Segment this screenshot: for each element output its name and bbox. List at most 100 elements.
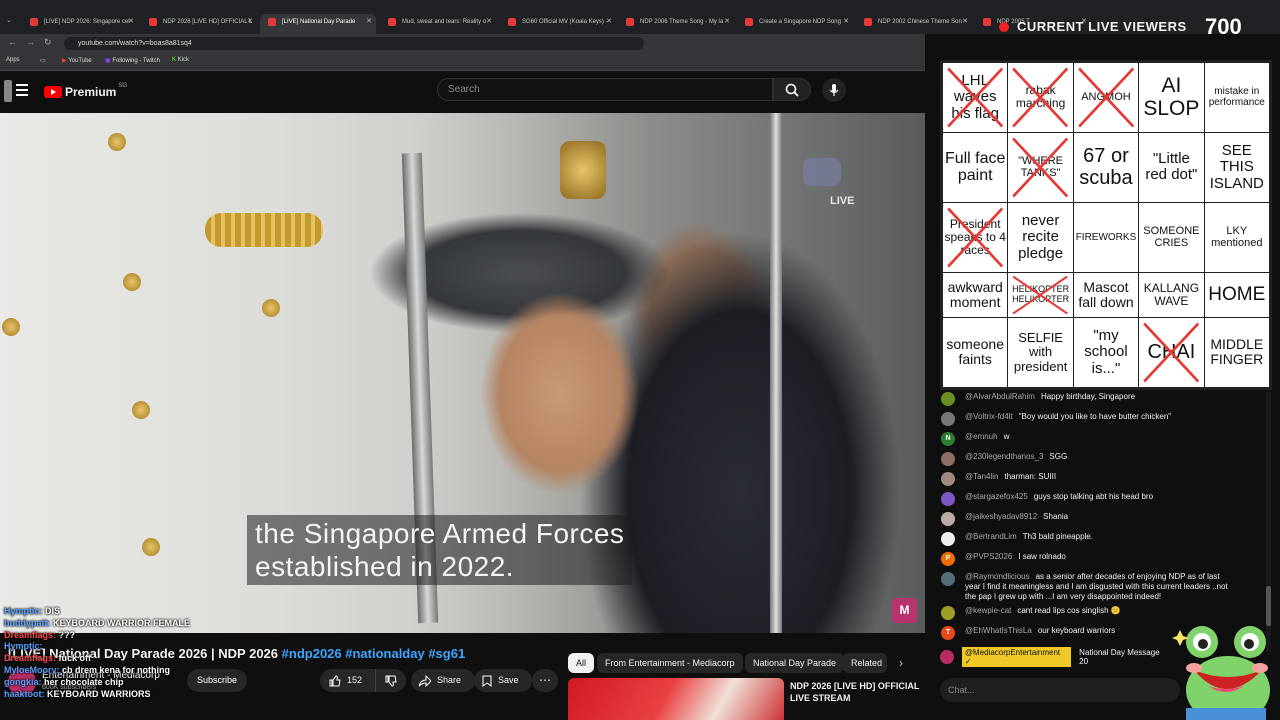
thumbs-up-icon [329,674,341,686]
chat-avatar[interactable] [941,606,955,620]
chat-username[interactable]: @AlvarAbdulRahim [965,392,1035,401]
chat-message[interactable]: @Voltrix-fd4lt "Boy would you like to hav… [941,412,1235,428]
chat-username[interactable]: @Voltrix-fd4lt [965,412,1013,421]
menu-icon[interactable] [16,84,28,96]
chat-username[interactable]: @BertrandLim [965,532,1017,541]
bingo-cell: SELFIE with president [1007,316,1074,389]
dislike-button[interactable] [376,675,406,687]
bingo-cell-text: FIREWORKS [1075,231,1137,243]
close-tab-icon[interactable]: ✕ [843,14,849,30]
chat-message[interactable]: @AlvarAbdulRahim Happy birthday, Singapor… [941,392,1235,408]
browser-tab[interactable]: NDP 2006 Theme Song - My la ✕ [618,14,734,34]
filter-chip[interactable]: From Entertainment - Mediacorp [597,653,743,673]
bingo-cell-text: never recite pledge [1018,211,1064,262]
tab-list-icon[interactable]: ⌄ [6,16,12,24]
save-button[interactable]: Save [474,669,532,692]
video-title-tags[interactable]: #ndp2026 #nationalday #sg61 [282,646,466,661]
search-input[interactable]: Search [437,78,773,101]
pinned-user: @MediacorpEntertainment ✓ [961,647,1072,667]
bingo-cell: awkward moment [941,271,1009,318]
chat-username[interactable]: @EhWhatIsThisLa [965,626,1032,635]
address-bar[interactable]: youtube.com/watch?v=boas8a81sq4 [64,37,644,50]
bingo-row: awkward moment HELIKOPTER HELIKOPTER Masco… [941,271,1271,318]
chat-username[interactable]: @jaikeshyadav8912 [965,512,1037,521]
chat-username[interactable]: @PVPS2026 [965,552,1012,561]
close-tab-icon[interactable]: ✕ [486,14,492,30]
chat-avatar[interactable] [941,392,955,406]
bingo-cell-text: SOMEONE CRIES [1143,225,1200,250]
close-tab-icon[interactable]: ✕ [606,14,612,30]
chat-text: guys stop talking abt his head bro [1033,492,1154,501]
video-player[interactable]: LIVE the Singapore Armed Forces establis… [0,113,925,633]
bookmark-apps[interactable]: Apps [6,57,20,63]
browser-tab[interactable]: Create a Singapore NDP Song ✕ [737,14,853,34]
chat-message-body: @Tan4lin tharman: SUIII [965,472,1235,482]
voice-search-button[interactable] [822,78,846,102]
overlay-chat-user: haaktoot: [4,688,45,699]
tab-favicon-icon [388,18,396,26]
filter-chip[interactable]: All [568,653,595,673]
browser-tab[interactable]: SG60 Official MV (Koala Keys) - ✕ [500,14,616,34]
bookmark-twitch[interactable]: ▣ Following - Twitch [105,57,160,64]
chat-message[interactable]: @230legendthanos_3 SGG [941,452,1235,468]
close-tab-icon[interactable]: ✕ [128,14,134,30]
pinned-chat-message[interactable]: @MediacorpEntertainment ✓ National Day M… [940,647,1170,667]
browser-tab[interactable]: [LIVE] National Day Parade ✕ [260,14,376,34]
close-tab-icon[interactable]: ✕ [962,14,968,30]
filter-chip[interactable]: Related [843,653,887,673]
chat-username[interactable]: @stargazefox425 [965,492,1028,501]
like-button[interactable]: 152 [320,669,376,692]
chat-avatar[interactable]: P [941,552,955,566]
chat-message[interactable]: @stargazefox425 guys stop talking abt his… [941,492,1235,508]
bingo-cell-text: awkward moment [947,278,1003,310]
close-tab-icon[interactable]: ✕ [724,14,730,30]
close-tab-icon[interactable]: ✕ [366,14,372,30]
bingo-cell: 67 or scuba [1072,131,1140,203]
browser-tab[interactable]: NDP 2002 Chinese Theme Son ✕ [856,14,972,34]
chat-avatar[interactable] [941,452,955,466]
youtube-logo[interactable]: Premium SG [44,83,127,100]
browser-tab[interactable]: NDP 2026 [LIVE HD] OFFICIAL L ✕ [141,14,257,34]
close-tab-icon[interactable]: ✕ [247,14,253,30]
chat-avatar[interactable] [941,572,955,586]
bingo-cell: AI SLOP [1138,62,1205,133]
chat-message[interactable]: @Tan4lin tharman: SUIII [941,472,1235,488]
chat-avatar[interactable]: T [941,626,955,640]
chat-input[interactable]: Chat... [940,678,1180,702]
forward-icon[interactable]: → [26,37,35,47]
chat-username[interactable]: @Raymondlicious [965,572,1030,581]
back-icon[interactable]: ← [8,37,17,47]
chat-avatar-initial: N [945,435,951,442]
filter-chip[interactable]: National Day Parade [745,653,845,673]
reload-icon[interactable]: ↻ [44,37,52,48]
chat-avatar[interactable] [941,412,955,426]
chat-message[interactable]: P @PVPS2026 I saw rolnado [941,552,1235,568]
chat-avatar[interactable] [941,472,955,486]
chat-username[interactable]: @emnuh [965,432,998,441]
chat-message[interactable]: @Raymondlicious as a senior after decades… [941,572,1235,601]
more-actions-button[interactable]: ⋯ [532,669,558,692]
chat-message[interactable]: N @emnuh w [941,432,1235,448]
chat-message[interactable]: @BertrandLim Th3 bald pineapple. [941,532,1235,548]
bookmark-kick[interactable]: K Kick [172,57,189,63]
chat-text: w [1003,432,1010,441]
chat-avatar[interactable] [941,492,955,506]
chevron-right-icon[interactable]: › [892,653,910,673]
related-video-title[interactable]: NDP 2026 [LIVE HD] OFFICIAL LIVE STREAM [790,680,920,704]
chat-message[interactable]: @jaikeshyadav8912 Shania [941,512,1235,528]
chat-username[interactable]: @230legendthanos_3 [965,452,1043,461]
chat-avatar[interactable] [941,532,955,546]
chat-avatar[interactable]: N [941,432,955,446]
search-button[interactable] [773,78,811,101]
browser-tab[interactable]: [LIVE] NDP 2026: Singapore cel ✕ [22,14,138,34]
share-button[interactable]: Share [411,669,475,692]
bookmark-youtube[interactable]: ▶ YouTube [62,57,92,64]
chat-username[interactable]: @Tan4lin [965,472,998,481]
chat-username[interactable]: @kewpie-cat [965,606,1011,615]
related-video-thumbnail[interactable] [568,678,784,720]
browser-tab[interactable]: Mud, sweat and tears: Reality o ✕ [380,14,496,34]
chat-avatar[interactable] [941,512,955,526]
bookmark-tab-icon[interactable]: ▭ [40,57,46,64]
bingo-row: someone faints SELFIE with president "my s… [941,316,1271,389]
chat-message-body: @Raymondlicious as a senior after decades… [965,572,1235,602]
